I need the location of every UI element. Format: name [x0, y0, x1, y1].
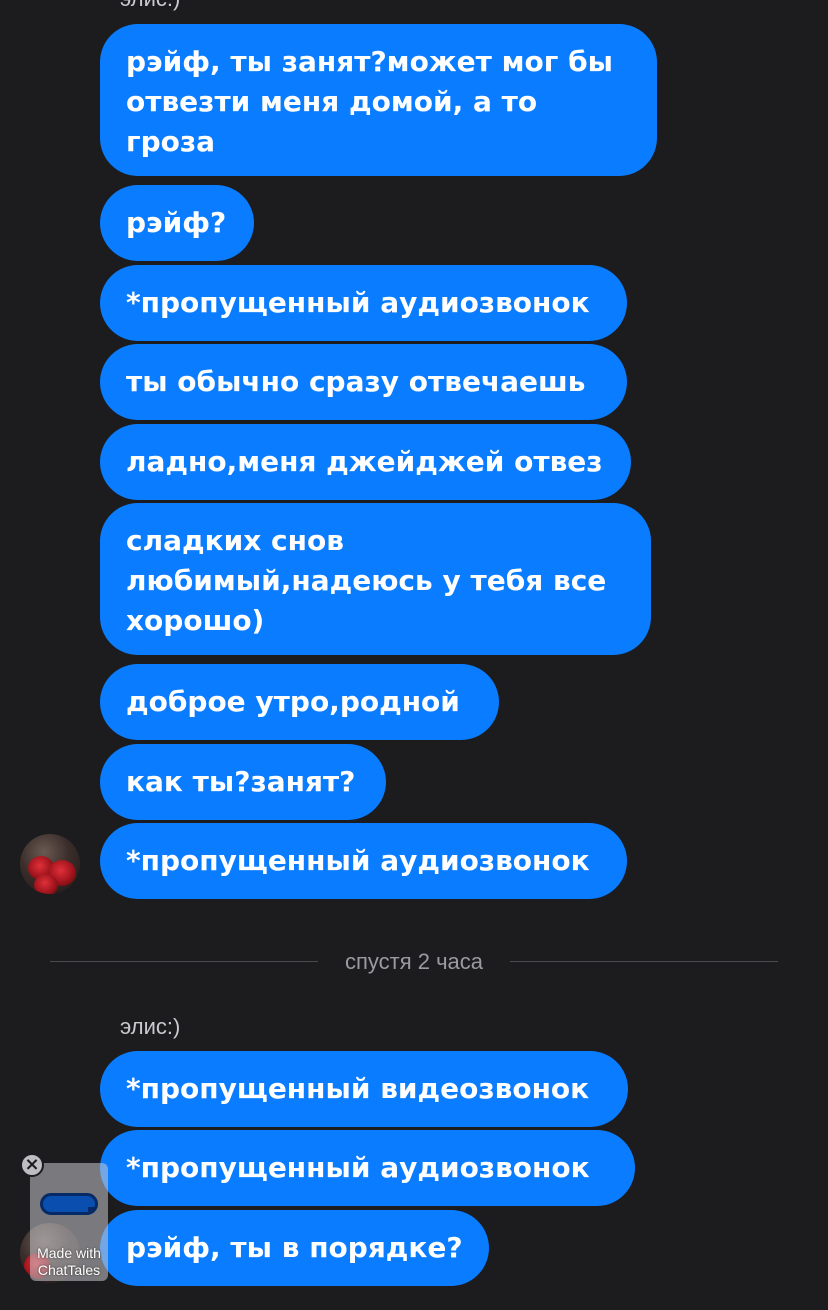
- watermark-line2: ChatTales: [37, 1262, 101, 1278]
- message-text: рэйф?: [126, 206, 227, 239]
- time-divider: спустя 2 часа: [50, 948, 778, 976]
- message-bubble[interactable]: *пропущенный аудиозвонок: [100, 823, 627, 899]
- message-bubble[interactable]: рэйф, ты в порядке?: [100, 1210, 489, 1286]
- message-text: рэйф, ты занят?может мог бы отвезти меня…: [126, 45, 614, 158]
- message-text: рэйф, ты в порядке?: [126, 1231, 463, 1264]
- message-text: *пропущенный аудиозвонок: [126, 844, 590, 877]
- message-bubble[interactable]: ладно,меня джейджей отвез: [100, 424, 631, 500]
- message-bubble[interactable]: доброе утро,родной: [100, 664, 499, 740]
- message-text: сладких снов любимый,надеюсь у тебя все …: [126, 524, 607, 637]
- message-text: как ты?занят?: [126, 765, 356, 798]
- divider-line-right: [510, 961, 778, 962]
- chat-bubble-tail-icon: [88, 1207, 98, 1215]
- message-bubble[interactable]: рэйф?: [100, 185, 254, 261]
- watermark-text: Made with ChatTales: [30, 1245, 108, 1279]
- sender-name-top: элис:): [120, 0, 180, 12]
- message-bubble[interactable]: *пропущенный видеозвонок: [100, 1051, 628, 1127]
- message-text: ладно,меня джейджей отвез: [126, 445, 603, 478]
- sender-name: элис:): [120, 1014, 181, 1039]
- message-text: *пропущенный видеозвонок: [126, 1072, 590, 1105]
- message-text: *пропущенный аудиозвонок: [126, 1151, 590, 1184]
- close-icon[interactable]: ×: [20, 1153, 44, 1177]
- message-text: ты обычно сразу отвечаешь: [126, 365, 586, 398]
- message-text: *пропущенный аудиозвонок: [126, 286, 590, 319]
- chattales-watermark[interactable]: Made with ChatTales: [30, 1163, 108, 1281]
- message-bubble[interactable]: как ты?занят?: [100, 744, 386, 820]
- message-bubble[interactable]: *пропущенный аудиозвонок: [100, 265, 627, 341]
- message-bubble[interactable]: сладких снов любимый,надеюсь у тебя все …: [100, 503, 651, 655]
- rose-image: [34, 874, 58, 894]
- message-bubble[interactable]: рэйф, ты занят?может мог бы отвезти меня…: [100, 24, 657, 176]
- message-text: доброе утро,родной: [126, 685, 460, 718]
- message-bubble[interactable]: ты обычно сразу отвечаешь: [100, 344, 627, 420]
- watermark-line1: Made with: [37, 1245, 101, 1261]
- message-bubble[interactable]: *пропущенный аудиозвонок: [100, 1130, 635, 1206]
- divider-label: спустя 2 часа: [344, 949, 484, 974]
- contact-avatar[interactable]: [20, 834, 80, 894]
